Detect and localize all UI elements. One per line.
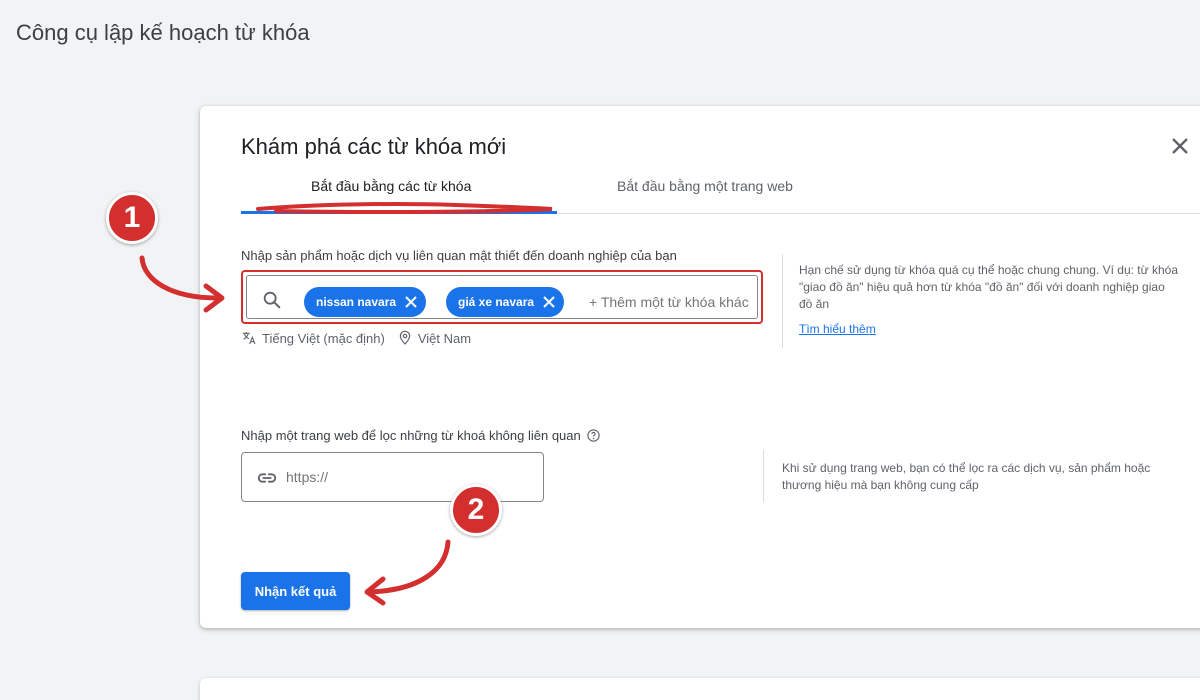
divider [782, 254, 783, 348]
keyword-chip-label: giá xe navara [458, 295, 535, 309]
location-selector[interactable]: Việt Nam [397, 330, 471, 346]
annotation-badge-2: 2 [450, 484, 502, 536]
annotation-arrow-2 [364, 539, 451, 606]
language-label: Tiếng Việt (mặc định) [262, 330, 385, 346]
divider [763, 450, 764, 502]
tab-start-with-keywords[interactable]: Bắt đầu bằng các từ khóa [311, 178, 471, 194]
link-icon [257, 473, 277, 483]
keyword-input-highlight: nissan navara giá xe navara [241, 270, 769, 324]
learn-more-link[interactable]: Tìm hiểu thêm [799, 322, 876, 336]
keyword-input[interactable]: nissan navara giá xe navara [246, 275, 769, 319]
search-icon [263, 291, 281, 309]
keyword-chip[interactable]: nissan navara [304, 287, 427, 317]
red-underline-annotation [256, 202, 553, 215]
translate-icon [243, 332, 256, 345]
annotation-arrow-1 [139, 255, 225, 313]
website-input-label: Nhập một trang web để lọc những từ khoá … [241, 428, 601, 443]
tab-start-with-website[interactable]: Bắt đầu bằng một trang web [617, 178, 793, 194]
discover-keywords-dialog: Khám phá các từ khóa mới Bắt đầu bằng cá… [200, 106, 1200, 628]
close-button[interactable] [1166, 132, 1194, 160]
keyword-hint: Hạn chế sử dụng từ khóa quá cụ thể hoặc … [799, 263, 1179, 311]
keyword-chip-label: nissan navara [316, 295, 397, 309]
remove-chip-icon[interactable] [404, 295, 418, 309]
website-url-field[interactable] [286, 469, 526, 485]
language-selector[interactable]: Tiếng Việt (mặc định) [241, 330, 385, 346]
close-icon [1172, 138, 1188, 154]
get-results-button[interactable]: Nhận kết quả [241, 572, 350, 610]
location-label: Việt Nam [417, 330, 472, 346]
page-title: Công cụ lập kế hoạch từ khóa [16, 20, 310, 45]
targeting-row: Tiếng Việt (mặc định) Việt Nam [241, 330, 483, 346]
help-icon[interactable] [586, 428, 601, 443]
keyword-chip[interactable]: giá xe navara [446, 287, 565, 317]
website-hint: Khi sử dụng trang web, bạn có thể lọc ra… [782, 461, 1151, 492]
website-label-text: Nhập một trang web để lọc những từ khoá … [241, 428, 581, 443]
location-pin-icon [399, 330, 411, 345]
add-keyword-input[interactable] [589, 294, 769, 310]
website-input[interactable] [241, 452, 544, 502]
annotation-badge-1: 1 [106, 192, 158, 244]
dialog-title: Khám phá các từ khóa mới [241, 134, 507, 159]
secondary-card [200, 678, 1200, 700]
product-input-label: Nhập sản phẩm hoặc dịch vụ liên quan mật… [241, 248, 677, 263]
remove-chip-icon[interactable] [542, 295, 556, 309]
